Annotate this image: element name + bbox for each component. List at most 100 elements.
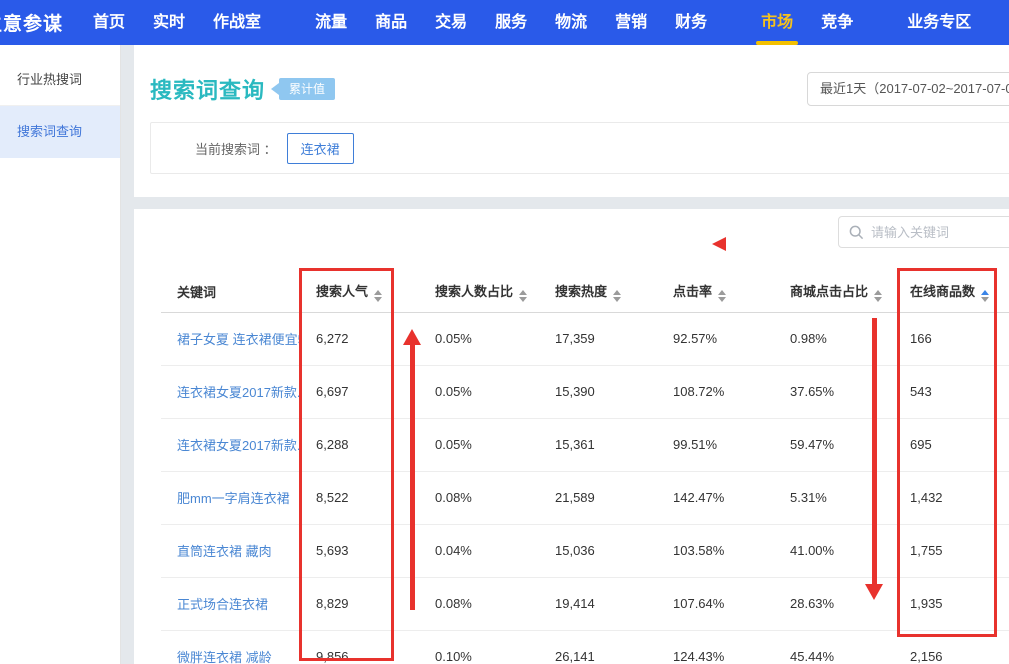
sort-icon[interactable] [874, 290, 882, 302]
main-content: 搜索词查询 累计值 最近1天（2017-07-02~2017-07-02） 当前… [134, 45, 1009, 664]
cell-online-products: 543 [894, 365, 1009, 418]
badge-label: 累计值 [279, 78, 335, 100]
nav-item-market[interactable]: 市场 [747, 0, 807, 45]
cell-search-heat: 15,390 [539, 365, 657, 418]
cell-click-rate: 99.51% [657, 418, 774, 471]
column-header-search-popularity[interactable]: 搜索人气 [300, 272, 419, 312]
cell-searcher-share: 0.05% [419, 312, 539, 365]
cell-mall-click-share: 28.63% [774, 577, 894, 630]
sort-icon[interactable] [613, 290, 621, 302]
section-divider [134, 197, 1009, 209]
keyword-link[interactable]: 裙子女夏 连衣裙便宜5... [161, 312, 300, 365]
badge-pointer-icon [271, 83, 279, 95]
cell-search-popularity: 6,272 [300, 312, 419, 365]
brand-logo[interactable]: 生意参谋 [0, 9, 63, 36]
sidebar-item-search-word-query[interactable]: 搜索词查询 [0, 106, 120, 158]
column-header-keyword: 关键词 [161, 272, 300, 312]
cell-click-rate: 142.47% [657, 471, 774, 524]
nav-item-home[interactable]: 首页 [79, 0, 139, 45]
cell-search-popularity: 5,693 [300, 524, 419, 577]
cell-online-products: 1,755 [894, 524, 1009, 577]
table-row: 直筒连衣裙 藏肉 5,693 0.04% 15,036 103.58% 41.0… [161, 524, 1009, 577]
column-header-mall-click-share[interactable]: 商城点击占比 [774, 272, 894, 312]
cell-search-popularity: 9,856 [300, 630, 419, 664]
cell-search-popularity: 6,288 [300, 418, 419, 471]
cell-search-popularity: 6,697 [300, 365, 419, 418]
table-row: 肥mm一字肩连衣裙 8,522 0.08% 21,589 142.47% 5.3… [161, 471, 1009, 524]
cell-click-rate: 124.43% [657, 630, 774, 664]
cell-mall-click-share: 5.31% [774, 471, 894, 524]
cell-search-heat: 15,361 [539, 418, 657, 471]
keyword-search-input[interactable] [871, 225, 1009, 240]
cell-searcher-share: 0.04% [419, 524, 539, 577]
sort-icon-active-asc[interactable] [981, 290, 989, 302]
cell-click-rate: 107.64% [657, 577, 774, 630]
column-header-click-rate[interactable]: 点击率 [657, 272, 774, 312]
cell-searcher-share: 0.10% [419, 630, 539, 664]
keyword-link[interactable]: 连衣裙女夏2017新款... [161, 365, 300, 418]
nav-item-service[interactable]: 服务 [481, 0, 541, 45]
cell-searcher-share: 0.08% [419, 471, 539, 524]
nav-item-marketing[interactable]: 营销 [601, 0, 661, 45]
nav-item-finance[interactable]: 财务 [661, 0, 721, 45]
sidebar: 行业热搜词 搜索词查询 [0, 45, 121, 664]
column-header-searcher-share[interactable]: 搜索人数占比 [419, 272, 539, 312]
current-search-word-card: 当前搜索词 ： 连衣裙 [150, 122, 1009, 174]
table-header-row: 关键词 搜索人气 搜索人数占比 搜索热度 点击率 商城点击占比 在线商品数 [161, 272, 1009, 312]
nav-item-war-room[interactable]: 作战室 [199, 0, 275, 45]
date-range-picker[interactable]: 最近1天（2017-07-02~2017-07-02） [807, 72, 1009, 106]
cell-search-heat: 15,036 [539, 524, 657, 577]
nav-item-logistics[interactable]: 物流 [541, 0, 601, 45]
cell-mall-click-share: 37.65% [774, 365, 894, 418]
column-header-search-heat[interactable]: 搜索热度 [539, 272, 657, 312]
top-nav: 生意参谋 首页 实时 作战室 流量 商品 交易 服务 物流 营销 财务 市场 竞… [0, 0, 1009, 45]
keyword-data-table: 关键词 搜索人气 搜索人数占比 搜索热度 点击率 商城点击占比 在线商品数 裙子… [161, 272, 1009, 664]
table-row: 连衣裙女夏2017新款... 6,697 0.05% 15,390 108.72… [161, 365, 1009, 418]
nav-item-business-zone[interactable]: 业务专区 [893, 0, 985, 45]
cell-mall-click-share: 0.98% [774, 312, 894, 365]
keyword-link[interactable]: 直筒连衣裙 藏肉 [161, 524, 300, 577]
cell-search-heat: 26,141 [539, 630, 657, 664]
current-search-word-label: 当前搜索词 ： [195, 139, 277, 158]
cell-mall-click-share: 45.44% [774, 630, 894, 664]
table-panel: 关键词 搜索人气 搜索人数占比 搜索热度 点击率 商城点击占比 在线商品数 裙子… [134, 209, 1009, 664]
keyword-link[interactable]: 正式场合连衣裙 [161, 577, 300, 630]
nav-item-realtime[interactable]: 实时 [139, 0, 199, 45]
table-row: 微胖连衣裙 减龄 9,856 0.10% 26,141 124.43% 45.4… [161, 630, 1009, 664]
table-row: 裙子女夏 连衣裙便宜5... 6,272 0.05% 17,359 92.57%… [161, 312, 1009, 365]
cell-click-rate: 92.57% [657, 312, 774, 365]
cumulative-badge: 累计值 [271, 78, 335, 100]
search-icon [849, 225, 864, 240]
page-header: 搜索词查询 累计值 最近1天（2017-07-02~2017-07-02） 当前… [134, 45, 1009, 197]
cell-mall-click-share: 59.47% [774, 418, 894, 471]
cell-search-heat: 17,359 [539, 312, 657, 365]
nav-item-products[interactable]: 商品 [361, 0, 421, 45]
cell-click-rate: 103.58% [657, 524, 774, 577]
cell-online-products: 1,432 [894, 471, 1009, 524]
cell-search-popularity: 8,522 [300, 471, 419, 524]
current-keyword-chip[interactable]: 连衣裙 [287, 133, 354, 164]
sort-icon[interactable] [374, 290, 382, 302]
page-title: 搜索词查询 [150, 73, 265, 105]
cell-online-products: 1,935 [894, 577, 1009, 630]
cell-online-products: 2,156 [894, 630, 1009, 664]
table-row: 正式场合连衣裙 8,829 0.08% 19,414 107.64% 28.63… [161, 577, 1009, 630]
cell-search-popularity: 8,829 [300, 577, 419, 630]
keyword-search-box[interactable] [838, 216, 1009, 248]
nav-item-competition[interactable]: 竞争 [807, 0, 867, 45]
sort-icon[interactable] [718, 290, 726, 302]
sidebar-item-industry-hot-words[interactable]: 行业热搜词 [0, 54, 120, 106]
nav-item-traffic[interactable]: 流量 [301, 0, 361, 45]
cell-mall-click-share: 41.00% [774, 524, 894, 577]
keyword-link[interactable]: 微胖连衣裙 减龄 [161, 630, 300, 664]
cell-search-heat: 19,414 [539, 577, 657, 630]
sort-icon[interactable] [519, 290, 527, 302]
keyword-link[interactable]: 肥mm一字肩连衣裙 [161, 471, 300, 524]
keyword-link[interactable]: 连衣裙女夏2017新款... [161, 418, 300, 471]
cell-click-rate: 108.72% [657, 365, 774, 418]
table-row: 连衣裙女夏2017新款... 6,288 0.05% 15,361 99.51%… [161, 418, 1009, 471]
column-header-online-products[interactable]: 在线商品数 [894, 272, 1009, 312]
nav-item-trade[interactable]: 交易 [421, 0, 481, 45]
cell-searcher-share: 0.05% [419, 418, 539, 471]
cell-searcher-share: 0.08% [419, 577, 539, 630]
